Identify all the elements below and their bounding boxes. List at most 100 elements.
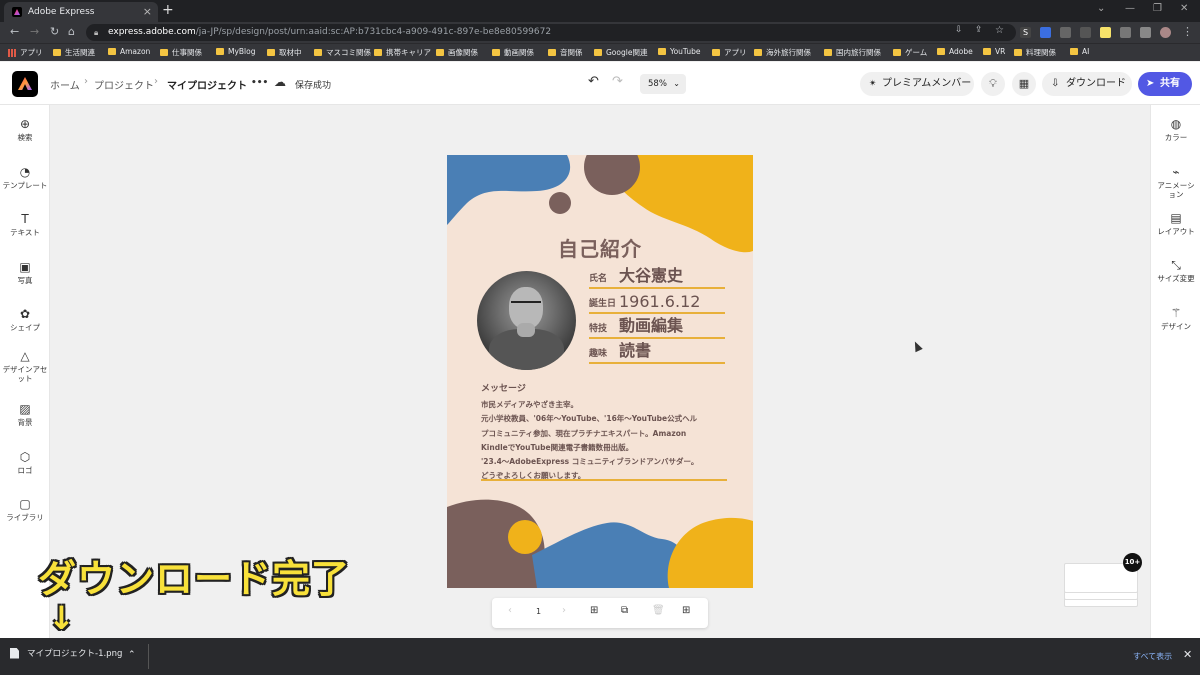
prev-page-icon[interactable]: ‹ <box>508 605 512 616</box>
rail-item-animation[interactable]: ⌁ アニメーション <box>1151 165 1200 199</box>
rail-item-text[interactable]: T テキスト <box>0 212 50 237</box>
window-chevron-icon[interactable]: ⌄ <box>1097 3 1105 14</box>
new-tab-button[interactable]: + <box>162 2 174 18</box>
bookmark-folder[interactable]: アプリ <box>712 47 747 58</box>
extensions-puzzle-icon[interactable] <box>1120 27 1131 38</box>
rail-item-search[interactable]: ⊕ 検索 <box>0 117 50 142</box>
bookmark-label: VR <box>995 47 1006 56</box>
zoom-value: 58% <box>648 79 667 89</box>
rail-item-design-assets[interactable]: △ デザインアセット <box>0 349 50 383</box>
bookmark-folder[interactable]: Google関連 <box>594 47 647 58</box>
rail-label: テンプレート <box>2 181 48 190</box>
bookmark-folder[interactable]: ゲーム <box>893 47 927 58</box>
bookmark-folder[interactable]: 海外旅行関係 <box>754 47 811 58</box>
install-icon[interactable]: ⇩ <box>955 25 963 35</box>
browser-menu-icon[interactable]: ⋮ <box>1182 25 1193 38</box>
bookmark-star-icon[interactable]: ☆ <box>995 25 1004 36</box>
redo-icon[interactable]: ↷ <box>612 74 623 89</box>
sidepanel-icon[interactable] <box>1140 27 1151 38</box>
next-page-icon[interactable]: › <box>562 605 566 616</box>
lock-icon: 🔒︎ <box>94 28 99 37</box>
premium-button[interactable]: ✴ プレミアムメンバー <box>860 72 974 96</box>
field-hobby: 趣味 読書 <box>589 341 725 364</box>
bookmark-folder[interactable]: 生活関連 <box>53 47 95 58</box>
grid-view-icon[interactable]: ⊞ <box>682 605 690 616</box>
extension-rx-icon[interactable] <box>1080 27 1091 38</box>
folder-icon <box>824 49 832 56</box>
zoom-select[interactable]: 58% ⌄ <box>640 74 686 94</box>
bookmark-label: 国内旅行関係 <box>836 48 881 57</box>
bookmark-folder[interactable]: 料理関係 <box>1014 47 1056 58</box>
show-all-downloads-link[interactable]: すべて表示 <box>1133 651 1172 662</box>
bookmark-folder[interactable]: AI <box>1070 47 1089 56</box>
back-icon[interactable]: ← <box>10 25 19 38</box>
undo-icon[interactable]: ↶ <box>588 74 599 89</box>
bookmark-folder[interactable]: マスコミ関係 <box>314 47 371 58</box>
duplicate-page-icon[interactable]: ⧉ <box>621 605 628 616</box>
rail-item-color[interactable]: ◍ カラー <box>1151 117 1200 142</box>
bookmark-folder[interactable]: 仕事関係 <box>160 47 202 58</box>
lightbulb-icon[interactable]: 💡︎ <box>981 72 1005 96</box>
rail-item-templates[interactable]: ◔ テンプレート <box>0 165 50 190</box>
rail-item-layout[interactable]: ▤ レイアウト <box>1151 211 1200 236</box>
breadcrumb-home[interactable]: ホーム <box>50 77 80 92</box>
close-download-bar-icon[interactable]: ✕ <box>1183 648 1192 661</box>
bookmark-folder[interactable]: Amazon <box>108 47 150 56</box>
bookmark-folder[interactable]: YouTube <box>658 47 701 56</box>
url-input[interactable]: 🔒︎ express.adobe.com/ja-JP/sp/design/pos… <box>86 24 1016 41</box>
bookmark-folder[interactable]: VR <box>983 47 1005 56</box>
bookmark-folder[interactable]: 音関係 <box>548 47 583 58</box>
field-value: 大谷憲史 <box>619 266 684 285</box>
rail-item-background[interactable]: ▨ 背景 <box>0 402 50 427</box>
chevron-up-icon[interactable]: ⌃ <box>128 650 136 660</box>
extension-r-icon[interactable] <box>1040 27 1051 38</box>
rail-item-logo[interactable]: ⬡ ロゴ <box>0 450 50 475</box>
rail-item-resize[interactable]: ⤡ サイズ変更 <box>1151 258 1200 283</box>
rail-label: テキスト <box>10 228 40 237</box>
calendar-icon[interactable]: ▦ <box>1012 72 1036 96</box>
delete-page-icon[interactable]: 🗑︎ <box>652 605 665 616</box>
breadcrumb-chevron-icon: › <box>84 76 88 87</box>
extension-note-icon[interactable] <box>1100 27 1111 38</box>
rail-item-design[interactable]: ⚚ デザイン <box>1151 306 1200 331</box>
bookmark-folder[interactable]: 画像関係 <box>436 47 478 58</box>
design-poster[interactable]: 自己紹介 氏名 大谷憲史 誕生日 1961.6.12 特技 動画編集 趣味 読書… <box>447 155 753 588</box>
downloaded-file[interactable]: マイプロジェクト-1.png <box>10 647 122 659</box>
bookmark-label: マスコミ関係 <box>326 48 371 57</box>
share-page-icon[interactable]: ⇪ <box>975 25 983 35</box>
extension-f-icon[interactable] <box>1060 27 1071 38</box>
extension-s-icon[interactable]: S <box>1020 27 1031 38</box>
breadcrumb-projects[interactable]: プロジェクト <box>94 77 154 92</box>
bookmark-folder[interactable]: 動画関係 <box>492 47 534 58</box>
restore-icon[interactable]: ❐ <box>1153 3 1162 14</box>
folder-icon <box>374 49 382 56</box>
paper-plane-icon: ➤ <box>1146 78 1155 89</box>
rail-label: 写真 <box>17 276 33 285</box>
rail-item-library[interactable]: ▢ ライブラリ <box>0 497 50 522</box>
breadcrumb-current[interactable]: マイプロジェクト <box>167 77 247 92</box>
add-page-icon[interactable]: ⊞ <box>590 605 598 616</box>
adobe-express-logo[interactable] <box>12 71 38 97</box>
share-button[interactable]: ➤ 共有 <box>1138 72 1192 96</box>
bookmark-folder[interactable]: 取材中 <box>267 47 302 58</box>
bookmark-folder[interactable]: 携帯キャリア <box>374 47 431 58</box>
editor-header: ホーム › プロジェクト › マイプロジェクト ••• ☁ 保存成功 ↶ ↷ 5… <box>0 62 1200 105</box>
more-options-icon[interactable]: ••• <box>251 78 268 88</box>
bookmark-folder[interactable]: MyBlog <box>216 47 256 56</box>
home-icon[interactable]: ⌂ <box>68 25 75 38</box>
folder-icon <box>108 48 116 55</box>
window-close-icon[interactable]: ✕ <box>1180 3 1188 14</box>
forward-icon[interactable]: → <box>30 25 39 38</box>
rail-item-photos[interactable]: ▣ 写真 <box>0 260 50 285</box>
minimize-icon[interactable]: — <box>1125 3 1135 14</box>
profile-avatar[interactable] <box>1160 27 1171 38</box>
bookmark-apps[interactable]: アプリ <box>8 47 43 58</box>
bookmark-folder[interactable]: Adobe <box>937 47 973 56</box>
reload-icon[interactable]: ↻ <box>50 25 59 38</box>
rail-label: デザインアセット <box>2 365 48 383</box>
bookmark-folder[interactable]: 国内旅行関係 <box>824 47 881 58</box>
tab-close-icon[interactable]: × <box>143 5 152 18</box>
rail-item-shapes[interactable]: ✿ シェイプ <box>0 307 50 332</box>
download-button[interactable]: ⇩ ダウンロード <box>1042 72 1132 96</box>
browser-tab[interactable]: Adobe Express × <box>4 2 158 22</box>
